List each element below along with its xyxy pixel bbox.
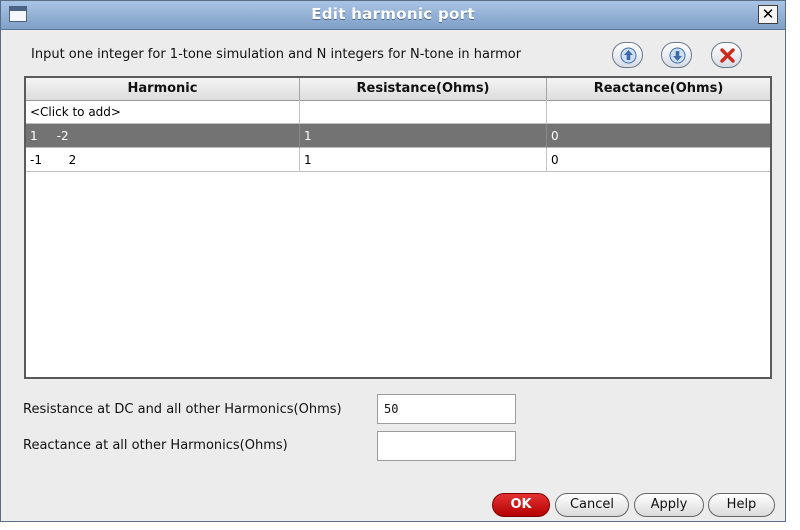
harmonic-cell[interactable]: -1 2 [26, 148, 300, 172]
reactance-input[interactable] [377, 431, 516, 461]
help-button[interactable]: Help [708, 493, 775, 517]
move-up-button[interactable] [612, 42, 643, 68]
title-bar[interactable]: Edit harmonic port ✕ [1, 1, 785, 30]
close-button[interactable]: ✕ [758, 5, 778, 24]
close-icon: ✕ [761, 5, 775, 23]
cancel-button[interactable]: Cancel [555, 493, 629, 517]
add-row-cell[interactable]: <Click to add> [26, 100, 300, 124]
arrow-down-icon [669, 47, 686, 64]
resistance-input[interactable]: 50 [377, 394, 516, 424]
ok-button[interactable]: OK [492, 493, 550, 517]
table-row[interactable]: 1 -2 1 0 [26, 124, 770, 148]
reactance-cell[interactable]: 0 [547, 148, 770, 172]
resistance-label: Resistance at DC and all other Harmonics… [23, 402, 342, 417]
reactance-label: Reactance at all other Harmonics(Ohms) [23, 438, 288, 453]
instruction-text: Input one integer for 1-tone simulation … [31, 47, 522, 62]
dialog-window: Edit harmonic port ✕ Input one integer f… [0, 0, 786, 522]
table-cell[interactable] [547, 100, 770, 124]
column-header-resistance[interactable]: Resistance(Ohms) [300, 78, 547, 100]
harmonics-table[interactable]: Harmonic Resistance(Ohms) Reactance(Ohms… [24, 76, 772, 379]
x-delete-icon [720, 48, 735, 63]
table-row[interactable]: -1 2 1 0 [26, 148, 770, 172]
column-header-reactance[interactable]: Reactance(Ohms) [547, 78, 770, 100]
resistance-cell[interactable]: 1 [300, 148, 547, 172]
table-cell[interactable] [300, 100, 547, 124]
window-title: Edit harmonic port [311, 5, 475, 23]
table-header: Harmonic Resistance(Ohms) Reactance(Ohms… [26, 78, 770, 101]
add-row[interactable]: <Click to add> [26, 100, 770, 124]
move-down-button[interactable] [661, 42, 692, 68]
reactance-cell[interactable]: 0 [547, 124, 770, 148]
apply-button[interactable]: Apply [634, 493, 704, 517]
column-header-harmonic[interactable]: Harmonic [26, 78, 300, 100]
resistance-cell[interactable]: 1 [300, 124, 547, 148]
harmonic-cell[interactable]: 1 -2 [26, 124, 300, 148]
arrow-up-icon [620, 47, 637, 64]
delete-row-button[interactable] [711, 42, 742, 68]
